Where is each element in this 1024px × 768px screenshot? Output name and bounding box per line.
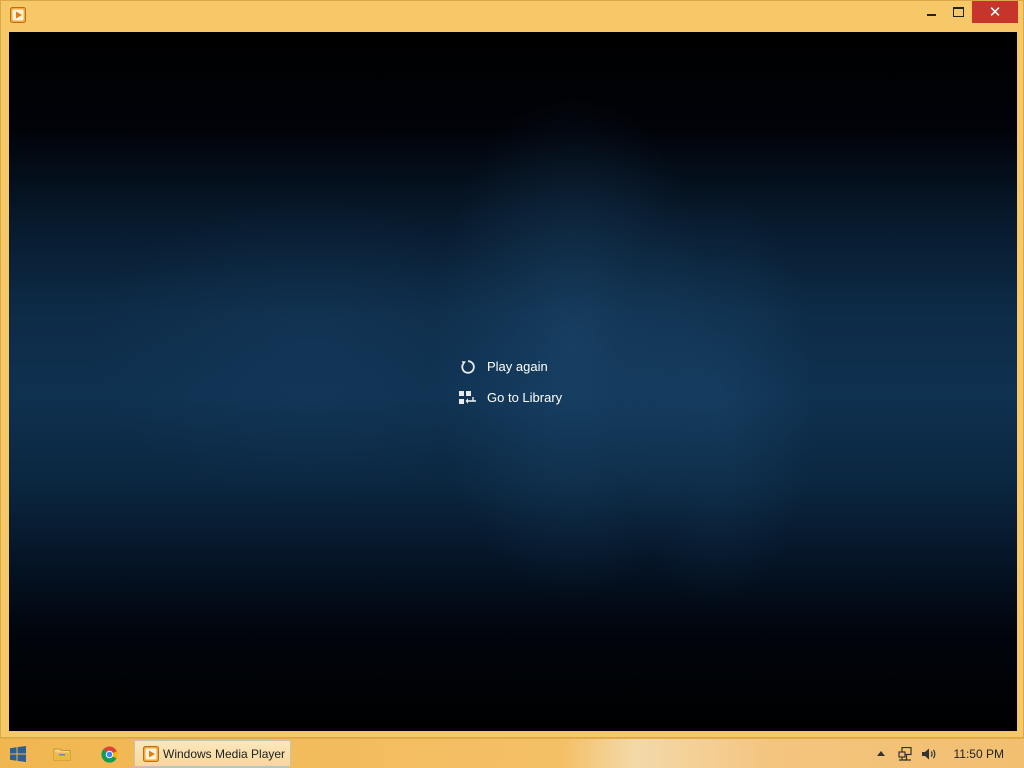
library-icon [459, 389, 477, 407]
speaker-icon [922, 748, 936, 760]
go-to-library-label: Go to Library [487, 390, 563, 405]
start-button[interactable] [8, 744, 28, 764]
maximize-icon [953, 7, 964, 17]
window-controls: ✕ [918, 1, 1018, 23]
play-again-button[interactable]: Play again [459, 351, 562, 382]
play-again-label: Play again [487, 359, 548, 374]
folder-icon [53, 748, 71, 761]
taskbar: Windows Media Player 11:50 PM [0, 738, 1024, 768]
network-tray-button[interactable] [897, 746, 915, 762]
taskbar-item-windows-media-player[interactable]: Windows Media Player [134, 740, 291, 767]
file-explorer-button[interactable] [52, 744, 72, 764]
chrome-button[interactable] [99, 744, 119, 764]
minimize-icon [927, 14, 936, 16]
media-player-window: ✕ Play again Go to Library [0, 0, 1024, 738]
network-icon [898, 746, 912, 761]
media-player-app-icon[interactable] [10, 7, 26, 23]
clock[interactable]: 11:50 PM [954, 747, 1004, 761]
media-player-icon [143, 745, 159, 762]
windows-logo-icon [10, 746, 26, 762]
replay-icon [459, 358, 477, 376]
chevron-up-icon [877, 751, 885, 756]
minimize-button[interactable] [918, 1, 945, 23]
go-to-library-button[interactable]: Go to Library [459, 382, 562, 413]
now-playing-area[interactable]: Play again Go to Library [9, 32, 1017, 731]
show-hidden-icons-button[interactable] [875, 746, 887, 760]
title-bar[interactable]: ✕ [1, 1, 1023, 31]
maximize-button[interactable] [945, 1, 972, 23]
volume-tray-button[interactable] [920, 746, 938, 762]
close-icon: ✕ [988, 3, 1002, 21]
taskbar-item-label: Windows Media Player [163, 746, 286, 761]
end-of-playback-menu: Play again Go to Library [459, 351, 562, 413]
close-button[interactable]: ✕ [972, 1, 1018, 23]
chrome-icon [100, 745, 118, 763]
